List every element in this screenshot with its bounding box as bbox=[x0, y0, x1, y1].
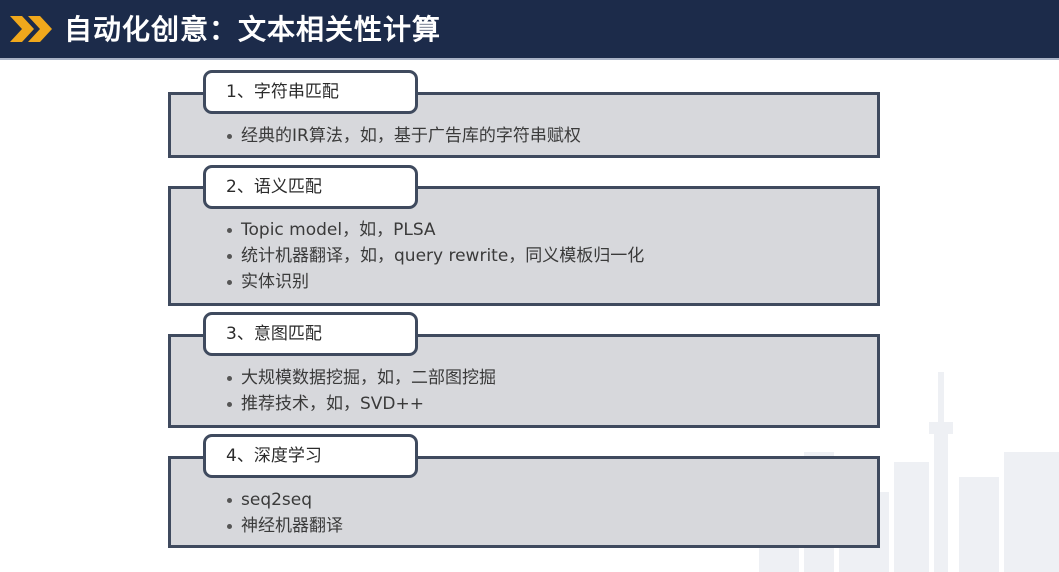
item-text: 实体识别 bbox=[241, 272, 309, 292]
list-item: Topic model，如，PLSA bbox=[227, 217, 644, 243]
section-tab-1: 1、字符串匹配 bbox=[203, 70, 418, 114]
bullet-icon bbox=[227, 376, 232, 381]
item-text: 经典的IR算法，如，基于广告库的字符串赋权 bbox=[241, 126, 581, 146]
bullet-icon bbox=[227, 254, 232, 259]
bullet-icon bbox=[227, 498, 232, 503]
section-tab-3: 3、意图匹配 bbox=[203, 312, 418, 356]
list-item: seq2seq bbox=[227, 487, 343, 513]
list-item: 大规模数据挖掘，如，二部图挖掘 bbox=[227, 365, 496, 391]
item-text: 大规模数据挖掘，如，二部图挖掘 bbox=[241, 368, 496, 388]
slide-title: 自动化创意：文本相关性计算 bbox=[64, 13, 442, 46]
bullet-icon bbox=[227, 228, 232, 233]
item-text: 推荐技术，如，SVD++ bbox=[241, 394, 424, 414]
bullet-icon bbox=[227, 524, 232, 529]
bullet-icon bbox=[227, 402, 232, 407]
item-list: 经典的IR算法，如，基于广告库的字符串赋权 bbox=[227, 123, 581, 149]
bullet-icon bbox=[227, 280, 232, 285]
section-tab-2: 2、语义匹配 bbox=[203, 165, 418, 209]
item-list: Topic model，如，PLSA 统计机器翻译，如，query rewrit… bbox=[227, 217, 644, 295]
list-item: 实体识别 bbox=[227, 269, 644, 295]
list-item: 经典的IR算法，如，基于广告库的字符串赋权 bbox=[227, 123, 581, 149]
item-list: 大规模数据挖掘，如，二部图挖掘 推荐技术，如，SVD++ bbox=[227, 365, 496, 417]
item-text: 统计机器翻译，如，query rewrite，同义模板归一化 bbox=[241, 246, 645, 266]
double-chevron-right-icon bbox=[10, 16, 52, 42]
section-tab-4: 4、深度学习 bbox=[203, 434, 418, 478]
slide-header: 自动化创意：文本相关性计算 bbox=[0, 0, 1059, 60]
list-item: 推荐技术，如，SVD++ bbox=[227, 391, 496, 417]
item-text: 神经机器翻译 bbox=[241, 516, 343, 536]
bullet-icon bbox=[227, 134, 232, 139]
list-item: 神经机器翻译 bbox=[227, 513, 343, 539]
item-text: seq2seq bbox=[241, 490, 313, 510]
item-text: Topic model，如，PLSA bbox=[241, 220, 436, 240]
list-item: 统计机器翻译，如，query rewrite，同义模板归一化 bbox=[227, 243, 644, 269]
item-list: seq2seq 神经机器翻译 bbox=[227, 487, 343, 539]
